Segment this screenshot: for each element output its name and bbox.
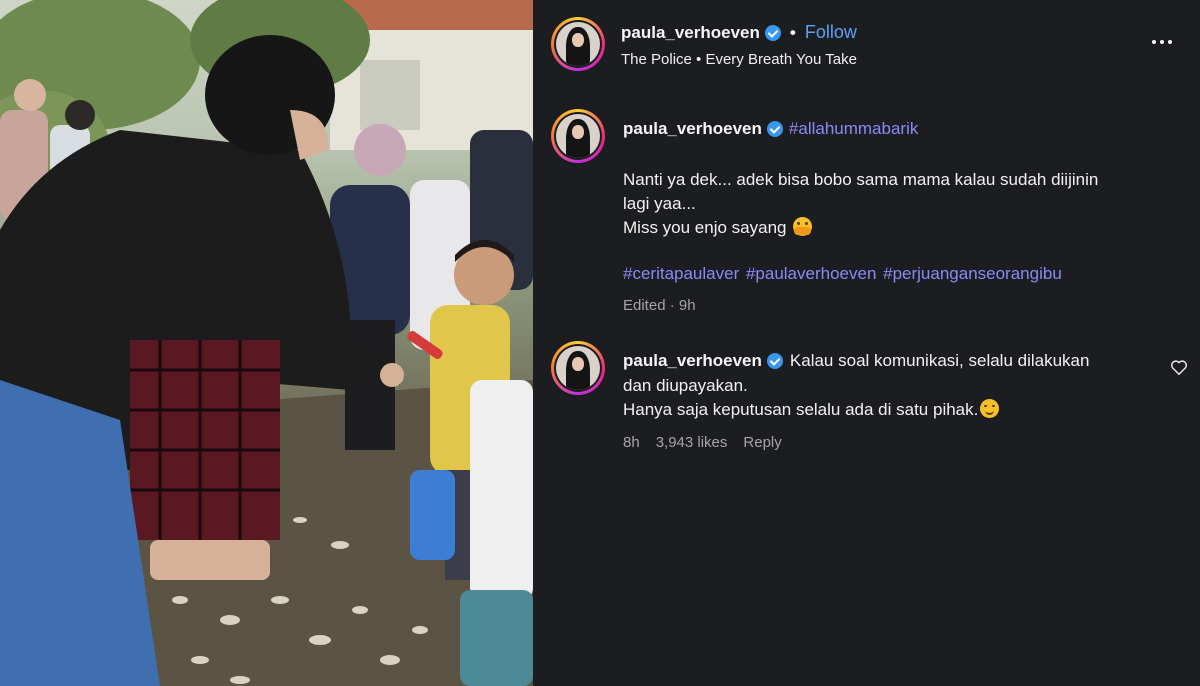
hugging-face-emoji-icon (793, 217, 813, 236)
comment-likes[interactable]: 3,943 likes (656, 434, 728, 451)
comment-text: dan diupayakan. Hanya saja keputusan sel… (623, 374, 1143, 422)
caption-line: Nanti ya dek... adek bisa bobo sama mama… (623, 170, 1099, 189)
avatar[interactable] (551, 17, 605, 71)
follow-button[interactable]: Follow (805, 22, 857, 43)
caption-username[interactable]: paula_verhoeven (623, 119, 762, 139)
separator: • (789, 22, 796, 42)
more-horizontal-icon[interactable] (1152, 34, 1178, 50)
caption-timestamp: Edited · 9h (623, 297, 696, 314)
caption-hashtags[interactable]: #ceritapaulaver #paulaverhoeven #perjuan… (623, 264, 1062, 284)
verified-badge-icon (766, 353, 783, 369)
audio-track-link[interactable]: The Police • Every Breath You Take (621, 51, 857, 68)
post-details-panel: paula_verhoeven • Follow The Police • Ev… (533, 0, 1200, 686)
reply-button[interactable]: Reply (743, 434, 781, 451)
comment-first-line: paula_verhoeven Kalau soal komunikasi, s… (623, 351, 1089, 371)
header-user-row: paula_verhoeven • Follow (621, 22, 857, 43)
username[interactable]: paula_verhoeven (621, 23, 760, 43)
heart-icon[interactable] (1170, 359, 1188, 376)
post-photo[interactable] (0, 0, 533, 686)
caption-text: Nanti ya dek... adek bisa bobo sama mama… (623, 168, 1153, 240)
comment-meta: 8h 3,943 likes Reply (623, 434, 782, 451)
comment-time: 8h (623, 434, 640, 451)
comment-username[interactable]: paula_verhoeven (623, 351, 762, 371)
verified-badge-icon (764, 24, 781, 41)
comment-avatar[interactable] (551, 341, 605, 395)
post-header: paula_verhoeven • Follow The Police • Ev… (533, 0, 1200, 88)
caption-avatar[interactable] (551, 109, 605, 163)
post-photo-illustration (0, 0, 533, 686)
caption-line: lagi yaa... (623, 194, 696, 213)
caption-user-row: paula_verhoeven #allahummabarik (623, 119, 918, 139)
caption-line: Miss you enjo sayang (623, 216, 1153, 240)
comment-line: dan diupayakan. (623, 376, 748, 395)
comment-line: Hanya saja keputusan selalu ada di satu … (623, 398, 1143, 422)
comment-text-start: Kalau soal komunikasi, selalu dilakukan (789, 351, 1090, 370)
verified-badge-icon (766, 121, 783, 137)
smiling-face-emoji-icon (980, 399, 1000, 418)
caption-hashtag-link[interactable]: #allahummabarik (789, 119, 918, 139)
